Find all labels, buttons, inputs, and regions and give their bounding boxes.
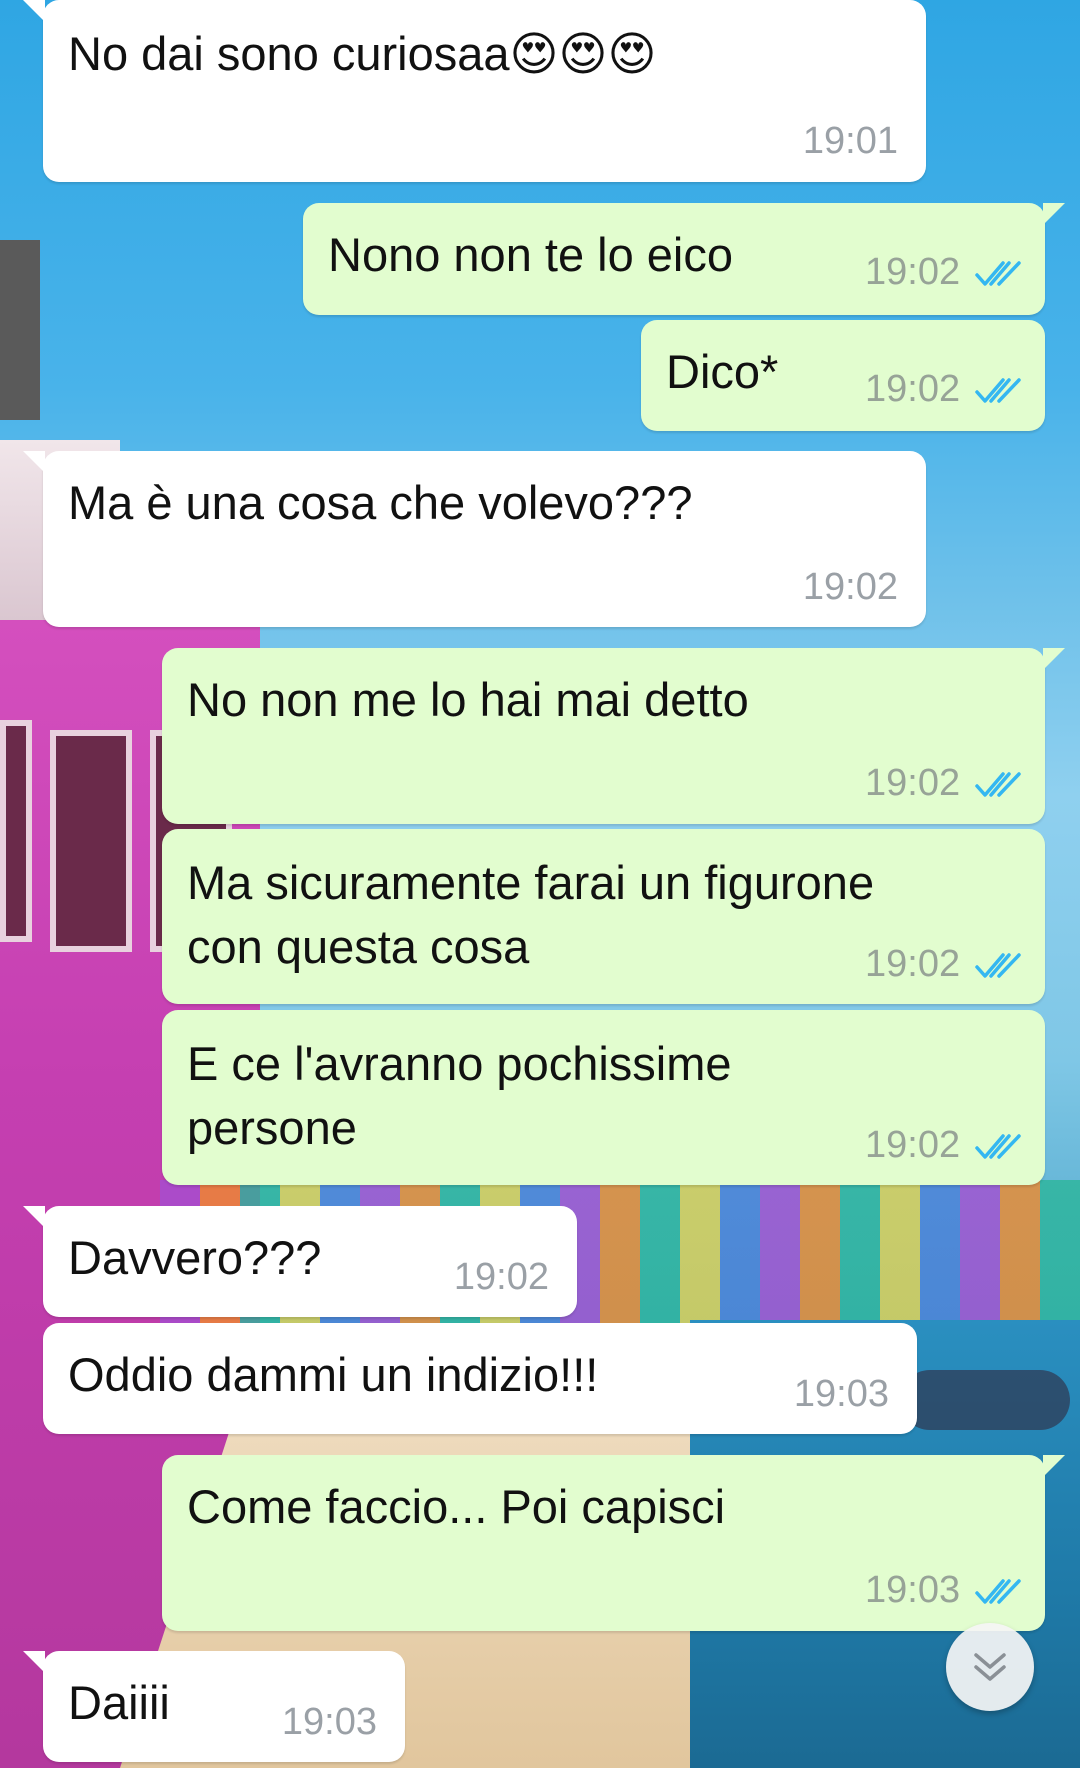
chevron-double-down-icon [974,1653,1006,1681]
message-text: Dico* [666,345,779,398]
message-time: 19:02 [865,368,961,410]
message-time: 19:02 [865,1124,961,1166]
chat-thread[interactable]: No dai sono curiosaa😍😍😍 19:01 Nono non t… [0,0,1080,1768]
message-time: 19:03 [281,1701,377,1743]
message-text: Ma è una cosa che volevo??? [68,476,693,529]
message-bubble-outgoing[interactable]: Dico* 19:02 [641,320,1045,431]
message-text: No dai sono curiosaa😍😍😍 [68,27,657,80]
double-check-icon [975,261,1021,286]
message-bubble-incoming[interactable]: Daiiii 19:03 [23,1651,405,1762]
message-text: E ce l'avranno pochissime persone [187,1037,732,1154]
message-time: 19:02 [865,251,961,293]
message-bubble-incoming[interactable]: Oddio dammi un indizio!!! 19:03 [43,1323,917,1434]
message-bubble-outgoing[interactable]: Nono non te lo eico 19:02 [303,203,1065,315]
message-text: No non me lo hai mai detto [187,673,749,726]
double-check-icon [975,953,1021,978]
message-bubble-outgoing[interactable]: Come faccio... Poi capisci 19:03 [162,1455,1065,1631]
double-check-icon [975,1134,1021,1159]
message-bubble-outgoing[interactable]: E ce l'avranno pochissime persone 19:02 [162,1010,1045,1185]
message-time: 19:01 [802,120,898,162]
double-check-icon [975,1579,1021,1604]
message-time: 19:02 [453,1256,549,1298]
message-time: 19:02 [802,566,898,608]
message-bubble-incoming[interactable]: Davvero??? 19:02 [23,1206,577,1317]
message-text: Oddio dammi un indizio!!! [68,1348,599,1401]
double-check-icon [975,378,1021,403]
message-bubble-incoming[interactable]: Ma è una cosa che volevo??? 19:02 [23,451,926,627]
message-bubble-outgoing[interactable]: No non me lo hai mai detto 19:02 [162,648,1065,824]
message-time: 19:03 [793,1373,889,1415]
message-bubble-outgoing[interactable]: Ma sicuramente farai un figurone con que… [162,829,1045,1004]
double-check-icon [975,772,1021,797]
message-text: Come faccio... Poi capisci [187,1480,726,1533]
message-text: Ma sicuramente farai un figurone con que… [187,856,875,973]
message-text: Daiiii [68,1676,170,1729]
message-text: Nono non te lo eico [328,228,734,281]
message-bubble-incoming[interactable]: No dai sono curiosaa😍😍😍 19:01 [23,0,926,182]
message-time: 19:03 [865,1569,961,1611]
message-text: Davvero??? [68,1231,322,1284]
message-time: 19:02 [865,943,961,985]
message-time: 19:02 [865,762,961,804]
scroll-to-bottom-button[interactable] [946,1623,1034,1711]
